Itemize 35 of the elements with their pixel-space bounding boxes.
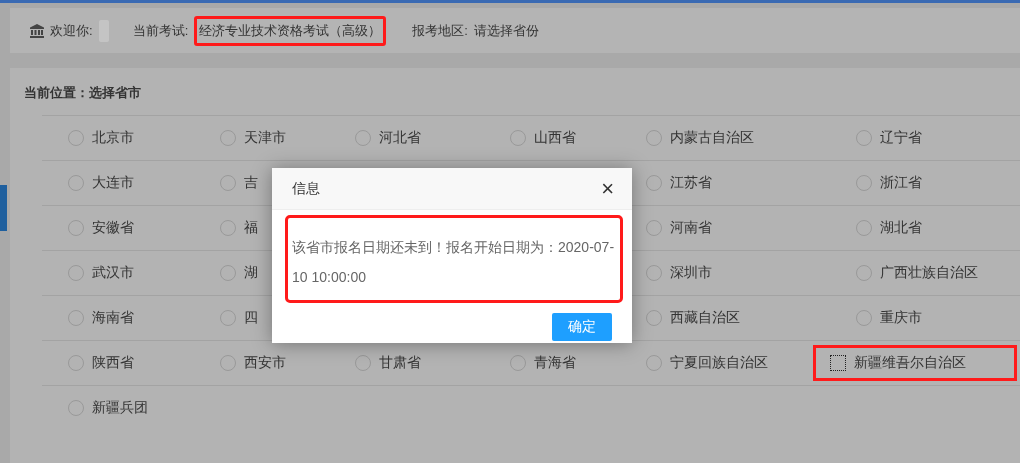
region-option[interactable]: 重庆市	[830, 309, 1020, 327]
region-option[interactable]: 安徽省	[42, 219, 194, 237]
region-option[interactable]: 海南省	[42, 309, 194, 327]
close-button[interactable]: ×	[601, 177, 614, 200]
welcome-label: 欢迎你:	[50, 21, 93, 40]
bank-icon	[30, 23, 44, 38]
region-option[interactable]: 天津市	[194, 129, 329, 147]
region-option[interactable]: 辽宁省	[830, 129, 1020, 147]
region-label: 报考地区:	[412, 21, 468, 40]
region-option[interactable]: 大连市	[42, 174, 194, 192]
region-option[interactable]: 四	[194, 309, 329, 327]
region-option[interactable]: 山西省	[484, 129, 620, 147]
region-option[interactable]: 河南省	[620, 219, 830, 237]
dialog-title: 信息	[292, 179, 320, 198]
region-option[interactable]: 北京市	[42, 129, 194, 147]
region-option[interactable]: 河北省	[329, 129, 484, 147]
region-option[interactable]: 江苏省	[620, 174, 830, 192]
region-option[interactable]: 湖北省	[830, 219, 1020, 237]
exam-label: 当前考试:	[132, 21, 189, 40]
region-option[interactable]: 新疆兵团	[42, 399, 194, 417]
radio-button[interactable]	[830, 355, 846, 371]
region-option[interactable]: 甘肃省	[329, 354, 484, 372]
breadcrumb: 当前位置：选择省市	[23, 84, 142, 102]
region-option[interactable]: 青海省	[484, 354, 620, 372]
region-option[interactable]: 陕西省	[42, 354, 194, 372]
region-option[interactable]: 武汉市	[42, 264, 194, 282]
region-option[interactable]: 西藏自治区	[620, 309, 830, 327]
region-option[interactable]: 西安市	[194, 354, 329, 372]
exam-value: 经济专业技术资格考试（高级）	[194, 15, 387, 46]
region-option[interactable]: 广西壮族自治区	[830, 264, 1020, 282]
region-value: 请选择省份	[473, 21, 539, 40]
region-option[interactable]: 浙江省	[830, 174, 1020, 192]
side-tab[interactable]	[0, 185, 7, 231]
region-option[interactable]: 深圳市	[620, 264, 830, 282]
region-option[interactable]: 内蒙古自治区	[620, 129, 830, 147]
